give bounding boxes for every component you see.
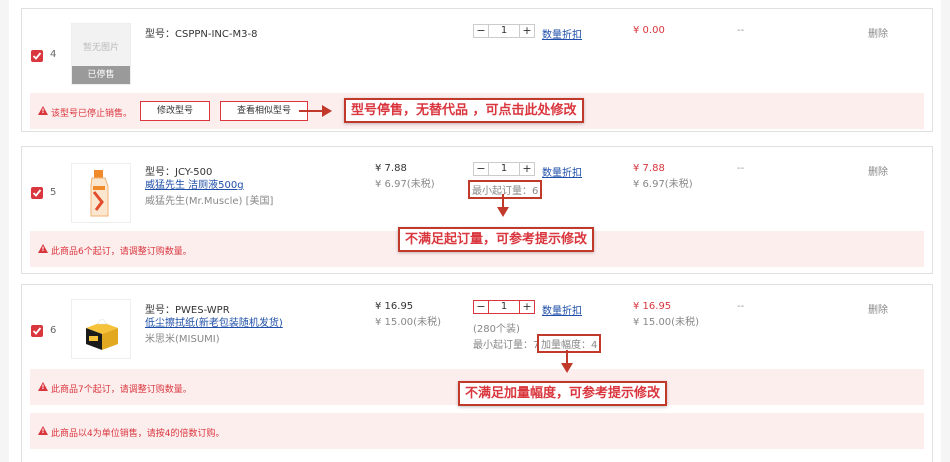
- arrow-head-icon: [322, 105, 332, 117]
- item-index: 4: [50, 49, 57, 60]
- annotation-arrow: [299, 110, 323, 112]
- product-image-placeholder: 暂无图片 已停售: [71, 23, 131, 85]
- product-name-link[interactable]: 威猛先生 洁厕液500g: [145, 176, 244, 191]
- quantity-discount-link[interactable]: 数量折扣: [542, 26, 582, 41]
- product-image[interactable]: [71, 299, 131, 359]
- item-checkbox[interactable]: [31, 325, 43, 337]
- subtotal: ¥ 16.95: [633, 301, 672, 312]
- quantity-stepper: − 1 +: [473, 300, 535, 314]
- arrow-head-icon: [497, 207, 509, 217]
- warning-text: 此商品6个起订，请调整订购数量。: [51, 247, 192, 257]
- item-checkbox[interactable]: [31, 187, 43, 199]
- min-order-hint: 最小起订量：7: [473, 340, 540, 351]
- placeholder-dash: --: [737, 163, 745, 174]
- placeholder-dash: --: [737, 25, 745, 36]
- cart-item-5: 5 型号：JCY-500 威猛先生 洁厕液500g 威猛先生(Mr.Muscle…: [21, 146, 933, 274]
- decrement-button[interactable]: −: [474, 301, 488, 313]
- warning-text: 该型号已停止销售。: [51, 109, 133, 119]
- bottle-icon: [90, 170, 109, 217]
- product-image[interactable]: [71, 163, 131, 223]
- subtotal: ¥ 7.88: [633, 163, 665, 174]
- pack-size: (280个装): [473, 324, 520, 335]
- change-model-button[interactable]: 修改型号: [140, 101, 210, 121]
- product-name-link[interactable]: 低尘擦拭纸(新老包装随机发货): [145, 314, 283, 329]
- quantity-input[interactable]: 1: [488, 25, 520, 37]
- delete-link[interactable]: 删除: [868, 301, 888, 316]
- warning-text: 此商品7个起订，请调整订购数量。: [51, 385, 192, 395]
- model-number: 型号：CSPPN-INC-M3-8: [145, 29, 258, 40]
- quantity-stepper: − 1 +: [473, 24, 535, 38]
- quantity-input[interactable]: 1: [488, 163, 520, 175]
- item-index: 5: [50, 187, 57, 198]
- item-checkbox[interactable]: [31, 50, 43, 62]
- unit-price: ¥ 16.95: [375, 301, 414, 312]
- quantity-stepper: − 1 +: [473, 162, 535, 176]
- quantity-discount-link[interactable]: 数量折扣: [542, 164, 582, 179]
- unit-price-ex-tax: ¥ 6.97(未税): [375, 179, 435, 190]
- annotation-arrow: [502, 194, 504, 208]
- subtotal: ¥ 0.00: [633, 25, 665, 36]
- brand: 威猛先生(Mr.Muscle) [美国]: [145, 196, 274, 207]
- cart-panel: 4 暂无图片 已停售 型号：CSPPN-INC-M3-8 − 1 + 数量折扣 …: [9, 0, 941, 462]
- item-index: 6: [50, 325, 57, 336]
- decrement-button[interactable]: −: [474, 25, 488, 37]
- min-order-hint: 最小起订量：6: [468, 180, 543, 199]
- annotation-callout-discontinued: 型号停售，无替代品 ，可点击此处修改: [344, 98, 584, 123]
- annotation-arrow: [566, 350, 568, 364]
- discontinued-badge: 已停售: [72, 66, 130, 84]
- delete-link[interactable]: 删除: [868, 163, 888, 178]
- annotation-callout-min-order: 不满足起订量，可参考提示修改: [398, 227, 595, 252]
- warning-text: 此商品以4为单位销售，请按4的倍数订购。: [51, 429, 225, 439]
- tissue-box-icon: [86, 318, 118, 350]
- quantity-discount-link[interactable]: 数量折扣: [542, 302, 582, 317]
- decrement-button[interactable]: −: [474, 163, 488, 175]
- delete-link[interactable]: 删除: [868, 25, 888, 40]
- increment-button[interactable]: +: [520, 163, 534, 175]
- increment-hint: 加量幅度：4: [537, 334, 602, 353]
- subtotal-ex-tax: ¥ 6.97(未税): [633, 179, 693, 190]
- similar-models-button[interactable]: 查看相似型号: [220, 101, 308, 121]
- subtotal-ex-tax: ¥ 15.00(未税): [633, 317, 699, 328]
- brand: 米思米(MISUMI): [145, 334, 220, 345]
- unit-price-ex-tax: ¥ 15.00(未税): [375, 317, 441, 328]
- no-image-text: 暂无图片: [82, 43, 119, 53]
- placeholder-dash: --: [737, 301, 745, 312]
- cart-item-6: 6 型号：PWES-WPR 低尘擦拭纸(新老包装随机发货) 米思米(MISUMI…: [21, 284, 933, 462]
- increment-button[interactable]: +: [520, 25, 534, 37]
- unit-price: ¥ 7.88: [375, 163, 407, 174]
- arrow-head-icon: [561, 363, 573, 373]
- annotation-callout-increment: 不满足加量幅度，可参考提示修改: [458, 381, 668, 406]
- warning-bar-increment: ! 此商品以4为单位销售，请按4的倍数订购。: [30, 413, 924, 449]
- quantity-input[interactable]: 1: [488, 301, 520, 313]
- increment-button[interactable]: +: [520, 301, 534, 313]
